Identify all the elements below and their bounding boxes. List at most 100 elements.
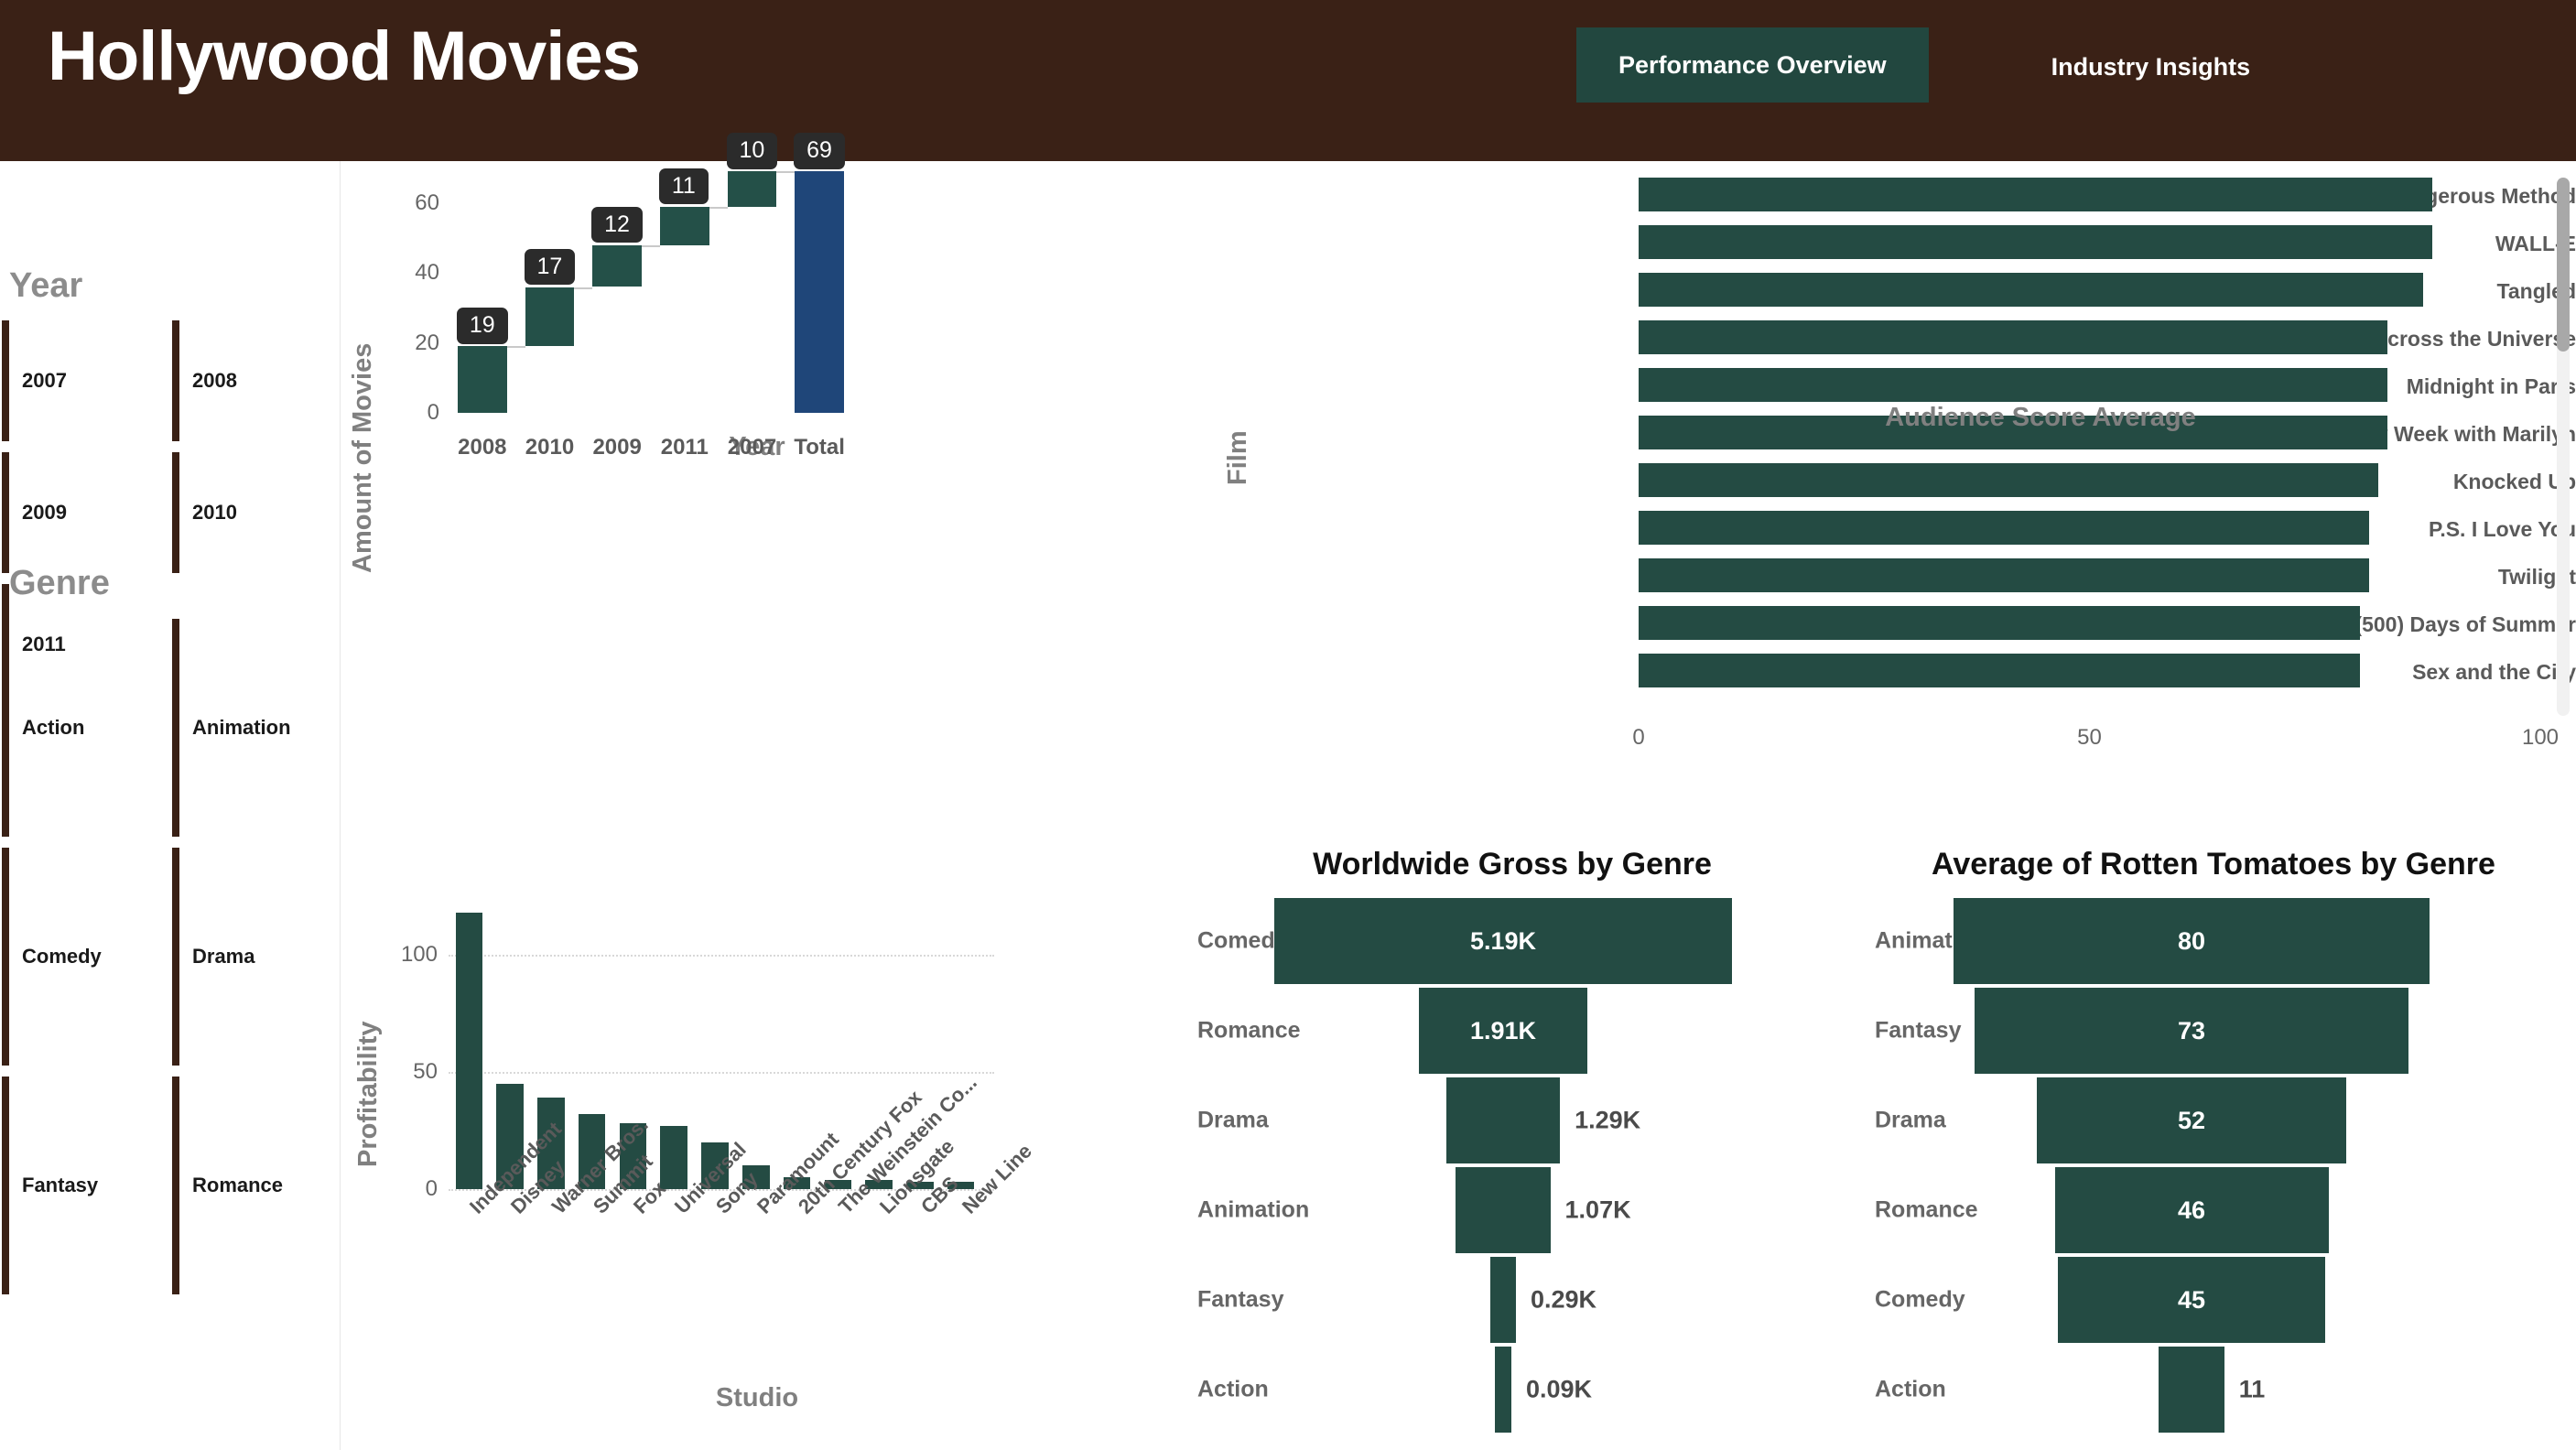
app-header: Hollywood Movies Performance Overview In…: [0, 0, 2576, 161]
funnel-row: Action 0.09K: [1174, 1345, 1851, 1434]
slicer-item-year-2007[interactable]: 2007: [0, 315, 170, 447]
slicer-item-genre-fantasy[interactable]: Fantasy: [0, 1071, 170, 1300]
profitability-by-studio-chart[interactable]: Profitability Studio 0 50 100 Independent D…: [341, 834, 1174, 1450]
worldwide-gross-funnel[interactable]: Worldwide Gross by Genre Comedy 5.19K Roma…: [1174, 834, 1851, 1450]
dashboard-page: Hollywood Movies Performance Overview In…: [0, 0, 2576, 1450]
funnel-bar: [1456, 1167, 1551, 1253]
film-bar: [1639, 225, 2432, 259]
x-tick-label: 100: [2521, 725, 2560, 750]
funnel-bar: 45: [2057, 1257, 2326, 1343]
funnel-row: Action 11: [1851, 1345, 2576, 1434]
rotten-tomatoes-funnel[interactable]: Average of Rotten Tomatoes by Genre Anim…: [1851, 834, 2576, 1450]
waterfall-bar: [727, 171, 777, 207]
funnel-value-label: 52: [2177, 1106, 2206, 1134]
funnel-category-label: Romance: [1875, 1196, 1978, 1223]
tab-performance-overview[interactable]: Performance Overview: [1576, 27, 1929, 103]
filters-sidebar: Year 2007 2008 2009 2010 2011 Genre Acti…: [0, 161, 341, 1450]
film-bar: [1639, 654, 2360, 687]
film-x-axis-title: Audience Score Average: [1885, 403, 2196, 432]
slicer-label: 2008: [192, 369, 237, 392]
waterfall-data-label: 69: [794, 133, 845, 169]
waterfall-x-tick-label: 2011: [660, 435, 709, 460]
funnel-row: Fantasy 73: [1851, 986, 2576, 1076]
genre-filter-title: Genre: [9, 564, 110, 602]
film-bar: [1639, 178, 2432, 211]
slicer-item-genre-drama[interactable]: Drama: [170, 842, 341, 1071]
funnel-bar: [1495, 1347, 1511, 1433]
funnel-row: Comedy 45: [1851, 1255, 2576, 1345]
funnel-value-label: 11: [2238, 1375, 2266, 1403]
y-tick-label: 40: [415, 260, 439, 286]
slicer-item-year-2009[interactable]: 2009: [0, 447, 170, 579]
funnel-bar: 46: [2054, 1167, 2329, 1253]
slicer-label: 2010: [192, 501, 237, 524]
waterfall-chart[interactable]: Amount of Movies Year 0 20 40 60 19 17 12 11 10…: [341, 133, 1174, 834]
funnel-value-label: 1.91K: [1469, 1016, 1537, 1044]
waterfall-x-tick-label: Total: [794, 435, 845, 460]
slicer-label: Animation: [192, 716, 291, 739]
funnel-value-label: 0.09K: [1526, 1375, 1593, 1403]
slicer-label: Romance: [192, 1174, 284, 1196]
slicer-item-year-2010[interactable]: 2010: [170, 447, 341, 579]
funnel-value-label: 45: [2177, 1285, 2206, 1314]
slicer-label: Fantasy: [22, 1174, 99, 1196]
profit-x-axis-title: Studio: [715, 1383, 799, 1412]
funnel-value-label: 80: [2177, 926, 2206, 955]
funnel-bar: 5.19K: [1274, 898, 1732, 984]
film-audience-score-chart[interactable]: Film A Dangerous Method WALL-E Tangled Acro…: [1190, 161, 2576, 834]
waterfall-connector: [642, 244, 660, 247]
film-bar: [1639, 368, 2387, 402]
waterfall-data-label: 19: [456, 308, 508, 344]
tab-industry-insights[interactable]: Industry Insights: [2009, 27, 2293, 103]
waterfall-bar: [457, 346, 507, 413]
funnel-category-label: Animation: [1197, 1196, 1310, 1223]
funnel-row: Comedy 5.19K: [1174, 896, 1851, 986]
waterfall-x-tick-label: 2009: [592, 435, 642, 460]
slicer-item-genre-romance[interactable]: Romance: [170, 1071, 341, 1300]
funnel-category-label: Drama: [1875, 1107, 1946, 1133]
waterfall-x-tick-label: 2008: [458, 435, 507, 460]
gridline: [449, 1072, 994, 1074]
slicer-item-genre-animation[interactable]: Animation: [170, 613, 341, 842]
film-y-axis-title: Film: [1223, 430, 1252, 485]
funnel-bar: 1.91K: [1418, 988, 1587, 1074]
funnel-category-label: Comedy: [1875, 1286, 1965, 1313]
funnel-bar: [2159, 1347, 2224, 1433]
waterfall-data-label: 11: [658, 168, 709, 205]
funnel-category-label: Fantasy: [1197, 1286, 1284, 1313]
waterfall-connector: [574, 287, 593, 289]
slicer-label: Action: [22, 716, 85, 739]
waterfall-data-label: 17: [524, 248, 576, 285]
film-chart-scrollbar-thumb[interactable]: [2557, 178, 2570, 352]
funnel-value-label: 5.19K: [1469, 926, 1537, 955]
slicer-item-year-2008[interactable]: 2008: [170, 315, 341, 447]
y-tick-label: 100: [400, 942, 438, 967]
y-tick-label: 0: [425, 1176, 438, 1201]
waterfall-connector: [776, 171, 796, 174]
x-tick-label: 0: [1632, 725, 1645, 750]
waterfall-bar: [525, 287, 575, 347]
film-bar: [1639, 320, 2387, 354]
waterfall-x-tick-label: 2007: [727, 435, 777, 460]
film-bar: [1639, 463, 2378, 497]
funnel-row: Fantasy 0.29K: [1174, 1255, 1851, 1345]
waterfall-bar: [795, 171, 845, 413]
x-tick-label: 50: [2077, 725, 2102, 750]
funnel-category-label: Drama: [1197, 1107, 1269, 1133]
funnel-value-label: 0.29K: [1530, 1285, 1597, 1314]
funnel-bar: 52: [2037, 1077, 2346, 1163]
film-bar: [1639, 606, 2360, 640]
film-chart-scrollbar[interactable]: [2557, 178, 2570, 716]
waterfall-bar: [592, 244, 643, 287]
funnel-category-label: Action: [1197, 1376, 1269, 1402]
film-bar: [1639, 511, 2369, 545]
studio-label: New Line: [957, 1139, 1036, 1218]
slicer-label: 2007: [22, 369, 67, 392]
waterfall-data-label: 12: [591, 206, 643, 243]
profitability-bar: [455, 912, 483, 1189]
genre-filter-list: Action Animation Comedy Drama Fantasy Ro…: [0, 613, 341, 1300]
slicer-item-genre-action[interactable]: Action: [0, 613, 170, 842]
slicer-item-genre-comedy[interactable]: Comedy: [0, 842, 170, 1071]
funnel-bar: 80: [1954, 898, 2430, 984]
slicer-label: Comedy: [22, 945, 102, 968]
